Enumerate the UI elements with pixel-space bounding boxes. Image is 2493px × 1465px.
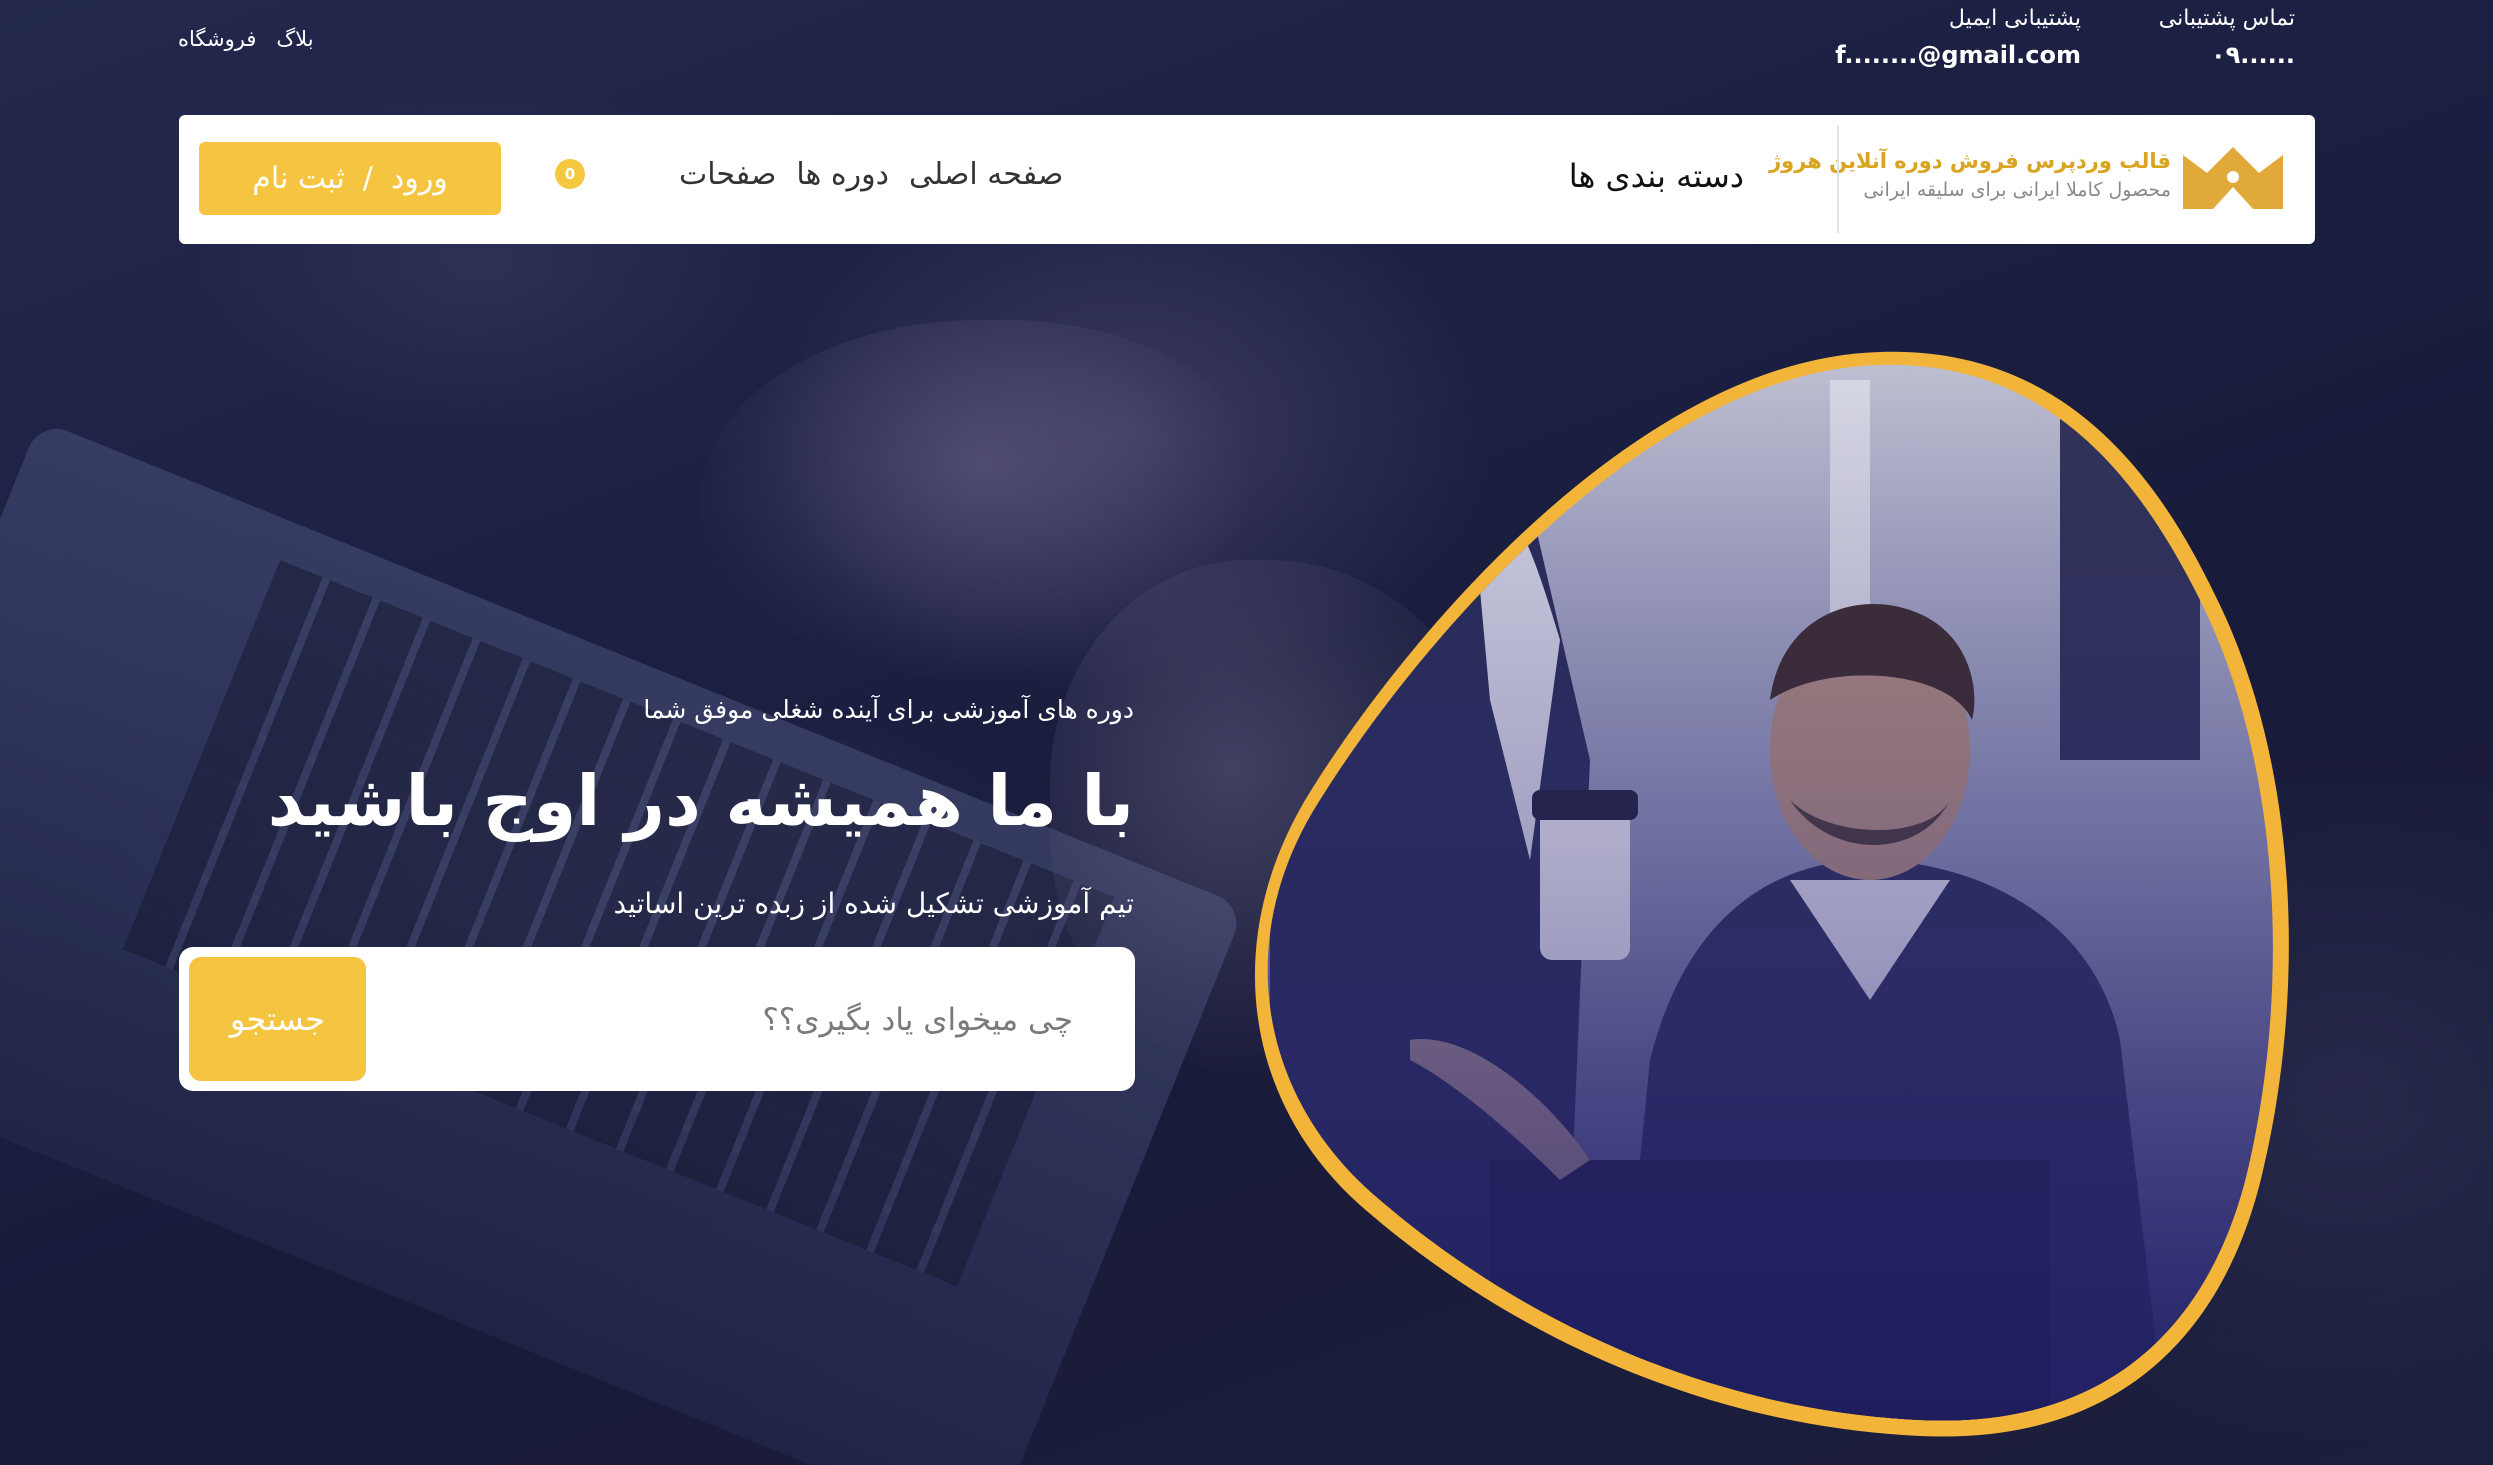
auth-separator: /	[362, 161, 373, 196]
topbar-link-blog[interactable]: بلاگ	[276, 27, 313, 51]
crown-logo-icon[interactable]	[2183, 147, 2283, 209]
hero-title: با ما همیشه در اوج باشید	[267, 760, 1134, 842]
topbar-links: بلاگ فروشگاه	[178, 27, 314, 51]
categories-menu[interactable]: دسته بندی ها	[1569, 157, 1744, 195]
login-register-button[interactable]: ورود / ثبت نام	[199, 142, 501, 215]
support-phone-label: تماس پشتیبانی	[2158, 6, 2295, 31]
course-search-box: جستجو	[179, 947, 1135, 1091]
logo-text[interactable]: قالب وردپرس فروش دوره آنلاین هروژ محصول …	[1769, 149, 2171, 201]
nav-item-home[interactable]: صفحه اصلی	[909, 157, 1063, 192]
support-phone: تماس پشتیبانی ۰۹......	[2159, 6, 2295, 69]
support-email: پشتیبانی ایمیل f........@gmail.com	[1835, 6, 2081, 69]
search-input[interactable]	[511, 987, 1075, 1053]
topbar-link-shop[interactable]: فروشگاه	[178, 27, 256, 51]
support-email-value[interactable]: f........@gmail.com	[1835, 41, 2081, 69]
support-phone-value[interactable]: ۰۹......	[2159, 41, 2295, 69]
login-label[interactable]: ورود	[391, 161, 448, 196]
header-divider	[1837, 126, 1839, 233]
hero-blob-image	[1254, 351, 2289, 1437]
main-header: قالب وردپرس فروش دوره آنلاین هروژ محصول …	[179, 115, 2315, 244]
hero-description: تیم آموزشی تشکیل شده از زبده ترین اساتید	[613, 887, 1134, 920]
search-button[interactable]: جستجو	[189, 957, 366, 1081]
hero-subtitle: دوره های آموزشی برای آینده شغلی موفق شما	[643, 695, 1134, 724]
cart-icon[interactable]: 0	[555, 159, 585, 189]
register-label[interactable]: ثبت نام	[252, 161, 344, 196]
support-email-label: پشتیبانی ایمیل	[1948, 6, 2081, 31]
nav-item-courses[interactable]: دوره ها	[796, 157, 889, 192]
logo-subtitle: محصول کاملا ایرانی برای سلیقه ایرانی	[1863, 179, 2171, 201]
nav-item-pages[interactable]: صفحات	[679, 157, 776, 192]
logo-title: قالب وردپرس فروش دوره آنلاین هروژ	[1769, 149, 2171, 173]
cart-count: 0	[564, 165, 576, 183]
main-nav: صفحه اصلی دوره ها صفحات	[679, 157, 1063, 192]
